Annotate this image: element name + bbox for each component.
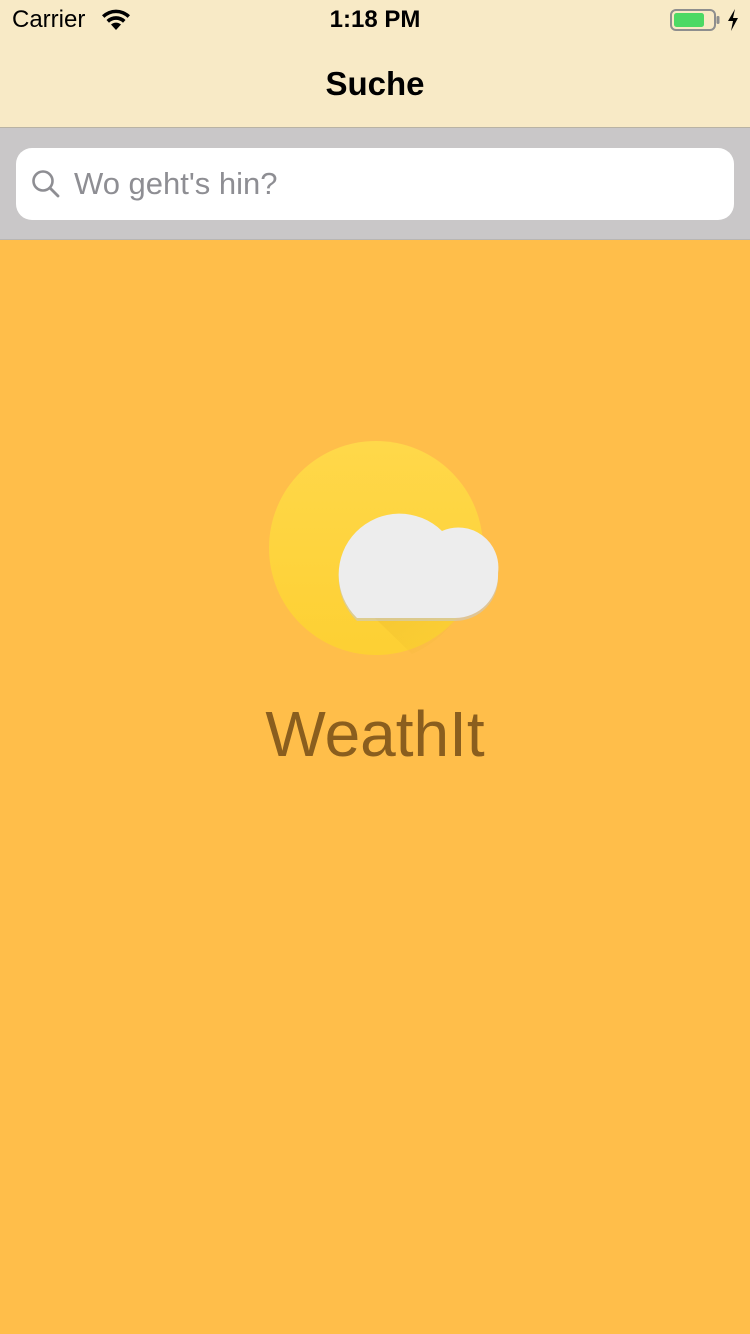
status-bar: Carrier 1:18 PM (0, 0, 750, 40)
search-bar-container (0, 128, 750, 240)
charging-bolt-icon (728, 9, 738, 31)
status-time: 1:18 PM (329, 6, 421, 33)
app-name: WeathIt (265, 698, 485, 770)
search-icon (32, 170, 60, 198)
screen: Carrier 1:18 PM Suche Wo geht's hin? Wea… (0, 0, 750, 1334)
sun-cloud-icon (269, 441, 499, 655)
search-input[interactable] (74, 148, 714, 220)
battery-icon (670, 9, 720, 31)
nav-title: Suche (325, 65, 425, 102)
top-bar: Carrier 1:18 PM Suche (0, 0, 750, 128)
search-field[interactable] (16, 148, 734, 220)
